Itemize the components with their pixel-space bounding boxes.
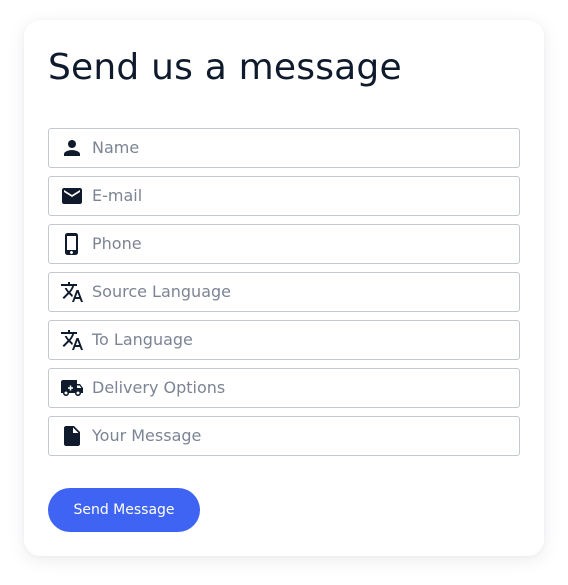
phone-field-container [48, 224, 520, 264]
translate-icon [60, 328, 84, 352]
truck-icon [60, 376, 84, 400]
contact-form-card: Send us a message Name E-mail Phone Sour… [24, 20, 544, 556]
person-icon [60, 136, 84, 160]
document-icon [60, 424, 84, 448]
source-language-input[interactable] [92, 277, 512, 307]
to-language-input[interactable] [92, 325, 512, 355]
to-language-field-container [48, 320, 520, 360]
email-field-container [48, 176, 520, 216]
name-field-container [48, 128, 520, 168]
name-input[interactable] [92, 133, 512, 163]
phone-input[interactable] [92, 229, 512, 259]
envelope-icon [60, 184, 84, 208]
phone-icon [60, 232, 84, 256]
send-message-button[interactable]: Send Message [48, 488, 200, 532]
message-textarea[interactable] [92, 421, 512, 451]
translate-icon [60, 280, 84, 304]
form-title: Send us a message [48, 47, 402, 88]
delivery-options-input[interactable] [92, 373, 512, 403]
email-input[interactable] [92, 181, 512, 211]
source-language-field-container [48, 272, 520, 312]
delivery-options-field-container [48, 368, 520, 408]
message-field-container [48, 416, 520, 456]
